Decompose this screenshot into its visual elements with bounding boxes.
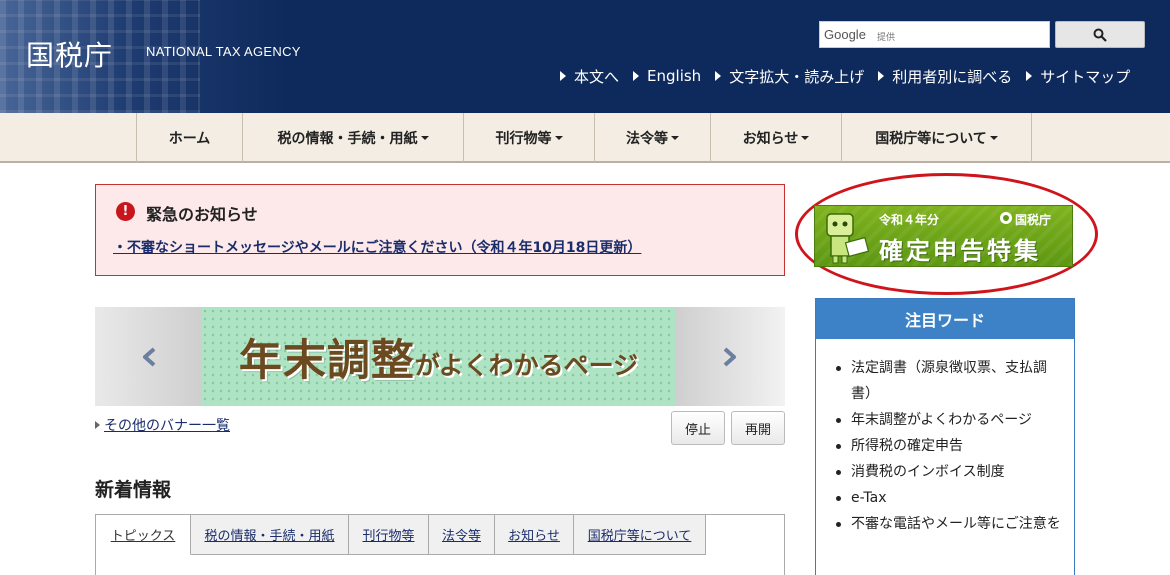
carousel-stop-button[interactable]: 停止	[671, 411, 725, 445]
site-logo[interactable]: 国税庁	[26, 34, 113, 74]
keyword-item[interactable]: 法定調書（源泉徴収票、支払調書）	[834, 355, 1064, 407]
google-brand-sub: 提供	[877, 33, 896, 43]
search-input[interactable]	[898, 24, 1046, 45]
nav-item-home[interactable]: ホーム	[137, 113, 243, 162]
utility-link-by-user[interactable]: 利用者別に調べる	[878, 66, 1012, 86]
other-banners-link[interactable]: その他のバナー一覧	[95, 415, 230, 435]
utility-link-accessibility[interactable]: 文字拡大・読み上げ	[715, 66, 864, 86]
keyword-item[interactable]: 所得税の確定申告	[834, 433, 1064, 459]
news-tabs: トピックス 税の情報・手続・用紙 刊行物等 法令等 お知らせ 国税庁等について	[95, 514, 785, 575]
nav-item-about[interactable]: 国税庁等について	[842, 113, 1032, 162]
caret-down-icon	[420, 135, 429, 140]
site-header: 国税庁 NATIONAL TAX AGENCY Google 提供 本文へ En…	[0, 0, 1170, 113]
nav-item-notices[interactable]: お知らせ	[711, 113, 842, 162]
utility-links: 本文へ English 文字拡大・読み上げ 利用者別に調べる サイトマップ	[560, 66, 1130, 86]
triangle-right-icon	[560, 71, 566, 81]
google-brand: Google	[824, 27, 866, 42]
banner-main-text: 年末調整	[238, 335, 415, 386]
banner-sub-text: がよくわかるページ	[414, 350, 639, 380]
emergency-link[interactable]: ・不審なショートメッセージやメールにご注意ください（令和４年10月18日更新）	[113, 237, 641, 257]
mascot-icon	[826, 213, 870, 264]
caret-down-icon	[554, 135, 563, 140]
utility-link-sitemap[interactable]: サイトマップ	[1026, 66, 1130, 86]
global-nav: ホーム 税の情報・手続・用紙 刊行物等 法令等 お知らせ 国税庁等について	[0, 113, 1170, 163]
utility-link-main-content[interactable]: 本文へ	[560, 66, 619, 86]
site-logo-english: NATIONAL TAX AGENCY	[146, 44, 301, 59]
triangle-right-icon	[633, 71, 640, 81]
alert-icon: !	[116, 202, 135, 221]
tab-about[interactable]: 国税庁等について	[574, 515, 706, 555]
news-title: 新着情報	[95, 479, 172, 501]
carousel-banner-nenmatsu[interactable]: 年末調整 がよくわかるページ	[201, 307, 676, 406]
tab-topics[interactable]: トピックス	[96, 515, 191, 555]
kakutei-title: 確定申告特集	[879, 237, 1041, 265]
emergency-notice: ! 緊急のお知らせ ・不審なショートメッセージやメールにご注意ください（令和４年…	[95, 184, 785, 276]
tab-publications[interactable]: 刊行物等	[349, 515, 429, 555]
caret-down-icon	[801, 135, 810, 140]
nav-item-publications[interactable]: 刊行物等	[464, 113, 595, 162]
kakutei-shinkoku-banner[interactable]: 令和４年分 国税庁 確定申告特集	[814, 205, 1073, 267]
keyword-item[interactable]: 消費税のインボイス制度	[834, 459, 1064, 485]
caret-down-icon	[989, 135, 998, 140]
keyword-item[interactable]: 年末調整がよくわかるページ	[834, 407, 1064, 433]
emergency-title: 緊急のお知らせ	[146, 205, 258, 224]
search-button[interactable]	[1055, 21, 1145, 48]
keyword-item[interactable]: 不審な電話やメール等にご注意を	[834, 511, 1064, 537]
triangle-right-icon	[715, 71, 722, 81]
carousel-resume-button[interactable]: 再開	[731, 411, 785, 445]
caret-down-icon	[671, 135, 679, 140]
tab-notices[interactable]: お知らせ	[495, 515, 574, 555]
triangle-right-icon	[1026, 71, 1033, 81]
keywords-list: 法定調書（源泉徴収票、支払調書） 年末調整がよくわかるページ 所得税の確定申告 …	[834, 355, 1064, 537]
tab-laws[interactable]: 法令等	[429, 515, 495, 555]
utility-link-english[interactable]: English	[633, 66, 701, 86]
search-box[interactable]: Google 提供	[819, 21, 1050, 48]
nta-emblem-icon	[1000, 212, 1012, 224]
triangle-right-icon	[878, 71, 885, 81]
nav-item-laws[interactable]: 法令等	[595, 113, 711, 162]
search-icon	[1093, 28, 1107, 42]
keywords-title: 注目ワード	[816, 299, 1074, 339]
chevron-right-icon[interactable]	[719, 347, 739, 367]
triangle-right-icon	[95, 421, 100, 429]
kakutei-agency: 国税庁	[1015, 213, 1052, 227]
keyword-item[interactable]: e-Tax	[834, 485, 1064, 511]
chevron-left-icon[interactable]	[140, 347, 160, 367]
banner-carousel: 年末調整 がよくわかるページ	[95, 307, 785, 406]
kakutei-year: 令和４年分	[879, 213, 940, 227]
tab-tax-info[interactable]: 税の情報・手続・用紙	[191, 515, 349, 555]
nav-item-tax-info[interactable]: 税の情報・手続・用紙	[243, 113, 464, 162]
keywords-box: 注目ワード 法定調書（源泉徴収票、支払調書） 年末調整がよくわかるページ 所得税…	[815, 298, 1075, 575]
